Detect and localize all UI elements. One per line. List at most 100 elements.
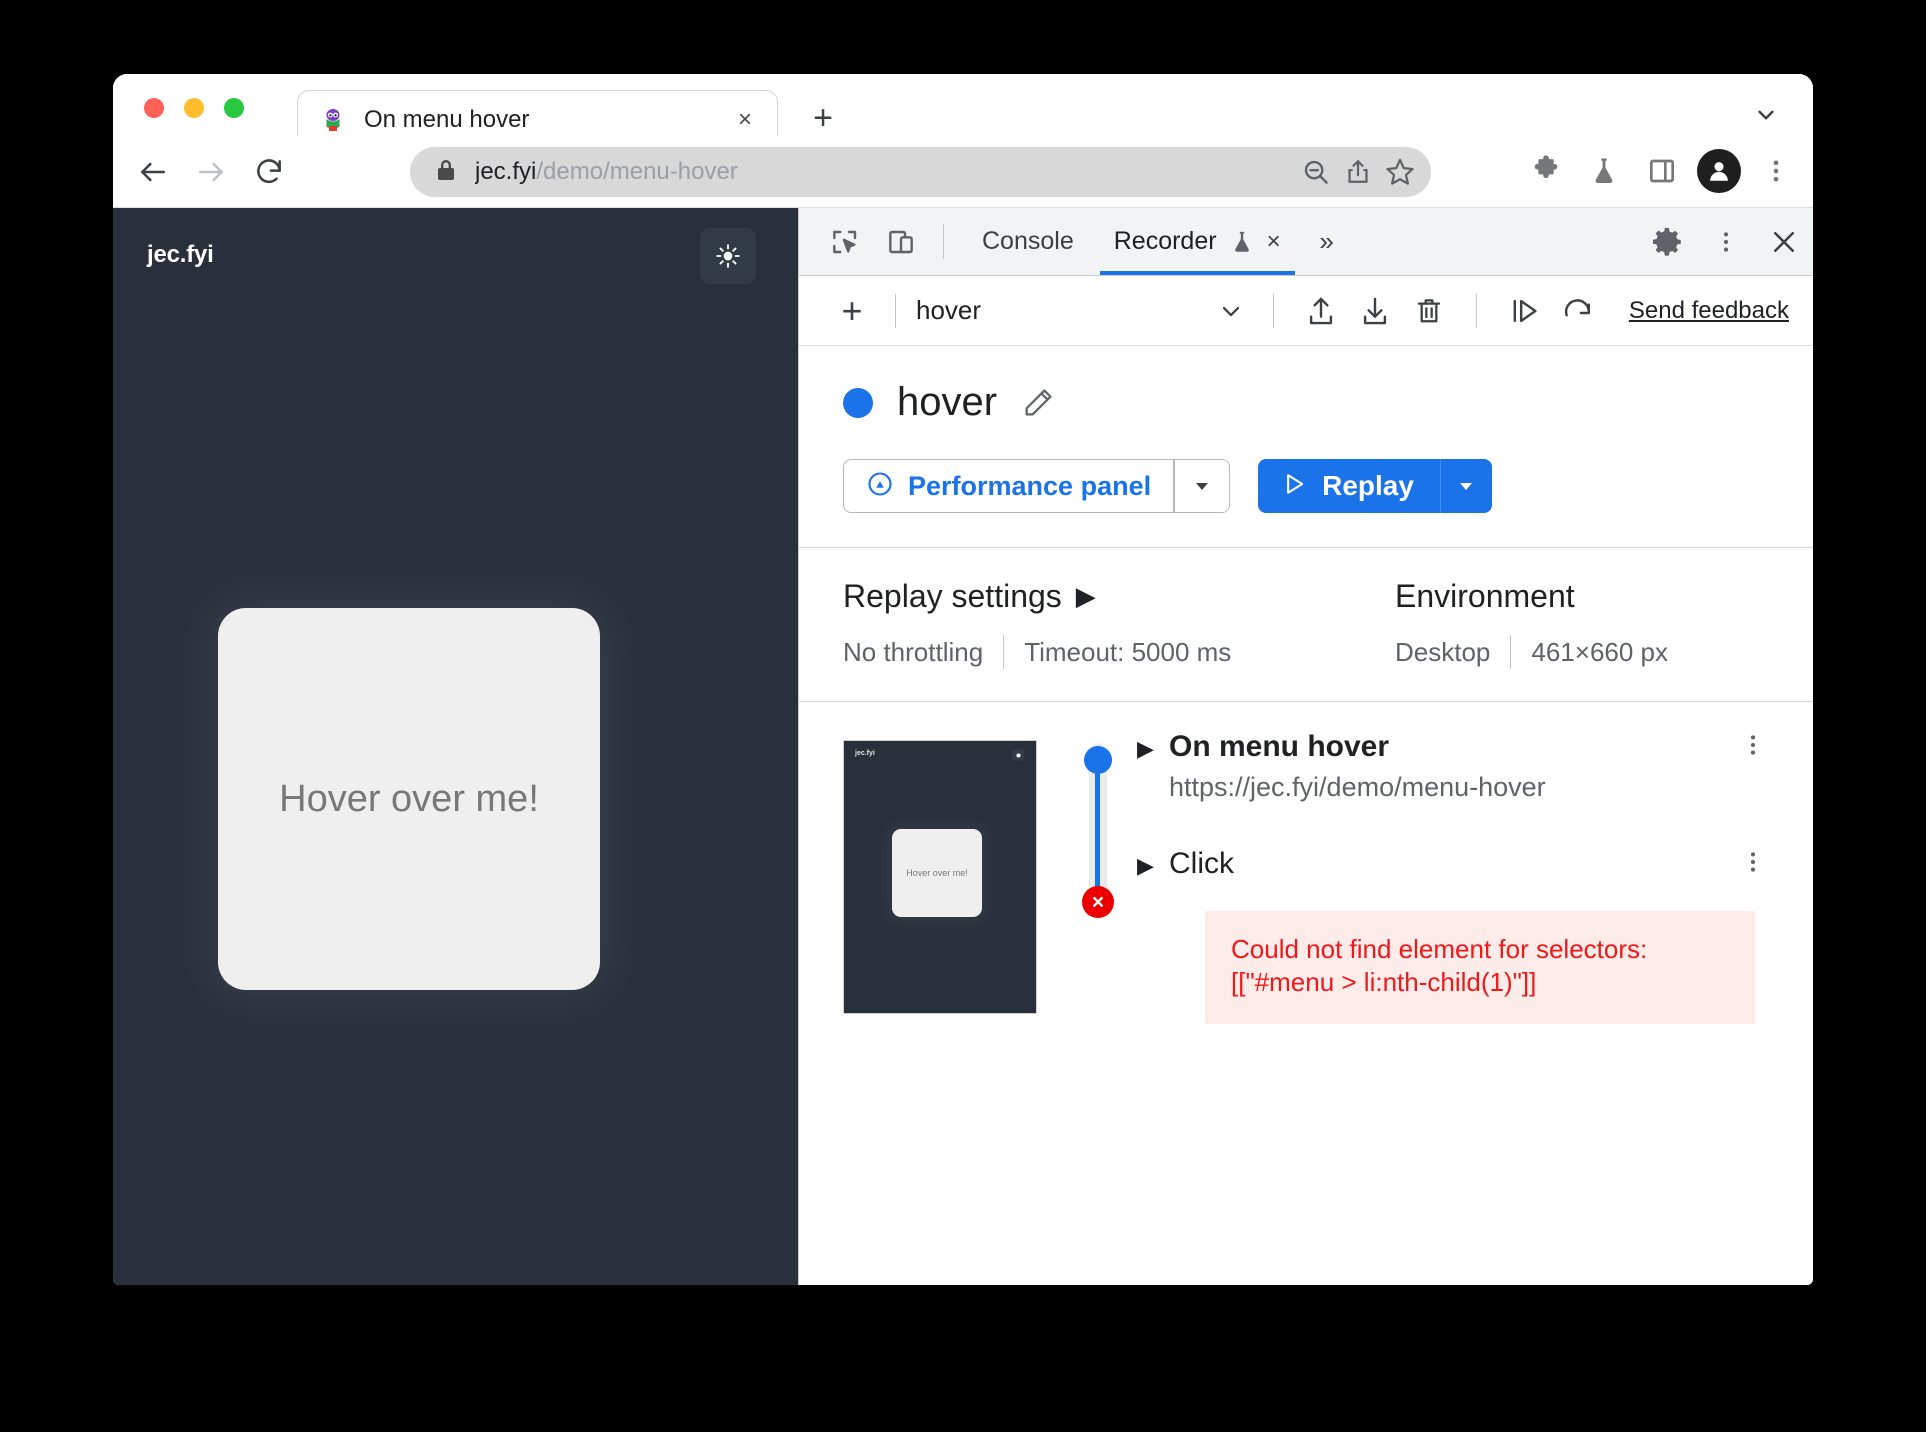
trash-icon[interactable] [1402,288,1456,334]
viewport-value: 461×660 px [1531,636,1669,667]
error-line-2: [["#menu > li:nth-child(1)"]] [1231,967,1537,998]
performance-panel-dropdown[interactable] [1174,459,1231,513]
lock-icon [436,158,456,187]
url-path: /demo/menu-hover [536,158,738,185]
expand-triangle-icon[interactable]: ▶ [1137,853,1169,879]
browser-toolbar: jec.fyi/demo/menu-hover [113,136,1813,208]
reload-icon[interactable] [246,149,292,195]
devtools-menu-icon[interactable] [1697,229,1755,255]
maximize-window-button[interactable] [224,98,244,118]
new-tab-button[interactable]: + [805,100,841,136]
export-icon[interactable] [1294,288,1348,334]
minimize-window-button[interactable] [184,98,204,118]
toolbar-divider [895,293,896,328]
kebab-menu-icon[interactable] [1733,732,1773,758]
devtools-tabbar: Console Recorder × » [799,208,1813,276]
step-title: Click [1169,847,1234,880]
close-devtools-icon[interactable] [1755,227,1813,257]
environment-values: Desktop 461×660 px [1395,635,1668,669]
sun-icon[interactable] [700,228,756,284]
window-traffic-lights [144,98,244,118]
browser-menu-icon[interactable] [1753,148,1799,194]
devtools-actions [1639,208,1813,275]
replay-settings-label: Replay settings [843,578,1062,614]
more-tabs-icon[interactable]: » [1301,208,1353,275]
tab-console[interactable]: Console [962,208,1094,275]
replay-settings-values: No throttling Timeout: 5000 ms [843,635,1395,669]
environment-heading: Environment [1395,578,1668,615]
pencil-edit-icon[interactable] [1021,386,1055,420]
send-feedback-link[interactable]: Send feedback [1629,297,1789,325]
page-title: hover [897,380,998,424]
thumbnail-hover-card: Hover over me! [892,829,982,917]
zoom-out-icon[interactable] [1295,151,1337,193]
replay-split-button: Replay [1258,459,1492,513]
step-title: On menu hover [1169,730,1390,763]
device-value: Desktop [1395,636,1491,667]
environment-column: Environment Desktop 461×660 px [1395,578,1668,669]
thumbnail-sun-icon [1012,749,1024,761]
timeline-progress-line [1095,760,1100,902]
replay-again-icon[interactable] [1551,288,1605,334]
main-split: jec.fyi Hover over me! Console Recorder … [113,208,1813,1285]
steps-timeline: × [1063,730,1129,1285]
replay-dropdown[interactable] [1439,459,1492,513]
value-divider [1003,635,1005,669]
status-badge [843,387,873,418]
experiment-flask-icon [1229,229,1255,255]
performance-panel-button[interactable]: Performance panel [843,459,1174,513]
step-2-error-marker: × [1082,886,1114,918]
kebab-menu-icon[interactable] [1733,849,1773,875]
device-toolbar-icon[interactable] [877,208,925,275]
recorder-settings: Replay settings ▶ No throttling Timeout:… [799,548,1813,702]
step-screenshot-thumbnail[interactable]: jec.fyi Hover over me! [843,740,1037,1014]
bookmark-star-icon[interactable] [1379,151,1421,193]
step-row[interactable]: ▶ On menu hover https://jec.fyi/demo/men… [1137,730,1773,803]
throttling-value: No throttling [843,636,984,667]
tab-recorder[interactable]: Recorder × [1094,208,1301,275]
chevron-down-icon[interactable] [1749,98,1783,132]
close-icon[interactable]: × [1267,229,1281,254]
replay-step-icon[interactable] [1497,288,1551,334]
error-message: Could not find element for selectors: [[… [1205,911,1755,1024]
tab-console-label: Console [982,227,1074,255]
recorder-steps: jec.fyi Hover over me! × ▶ On menu hover… [799,702,1813,1285]
settings-gear-icon[interactable] [1639,225,1697,259]
add-recording-button[interactable]: + [829,288,875,334]
site-favicon [320,107,346,133]
address-bar[interactable]: jec.fyi/demo/menu-hover [410,147,1431,197]
expand-triangle-icon[interactable]: ▶ [1137,736,1169,762]
step-row[interactable]: ▶ Click [1137,847,1773,881]
recording-selector[interactable]: hover [916,295,1253,326]
recording-selector-label: hover [916,295,982,325]
url-host: jec.fyi [475,158,537,185]
extensions-puzzle-icon[interactable] [1523,148,1569,194]
hover-card-label: Hover over me! [279,777,539,820]
toolbar-divider [1475,293,1477,328]
page-logo[interactable]: jec.fyi [147,241,214,269]
play-triangle-icon [1280,470,1308,503]
inspect-element-icon[interactable] [821,208,869,275]
close-icon[interactable]: × [731,106,759,134]
back-arrow-icon[interactable] [130,149,176,195]
hover-target-card[interactable]: Hover over me! [218,608,600,990]
devtools-panel: Console Recorder × » + hover Send feedba… [799,208,1813,1285]
side-panel-icon[interactable] [1639,148,1685,194]
experiments-flask-icon[interactable] [1581,148,1627,194]
close-window-button[interactable] [144,98,164,118]
replay-button[interactable]: Replay [1258,459,1440,513]
tab-title: On menu hover [364,105,530,133]
tab-strip: On menu hover × + [113,74,1813,148]
share-icon[interactable] [1337,151,1379,193]
step-body: On menu hover https://jec.fyi/demo/menu-… [1169,730,1733,803]
performance-panel-split-button: Performance panel [843,459,1231,513]
step-body: Click [1169,847,1733,881]
thumbnail-logo: jec.fyi [855,750,875,757]
avatar[interactable] [1697,149,1741,193]
import-icon[interactable] [1348,288,1402,334]
forward-arrow-icon[interactable] [188,149,234,195]
replay-settings-toggle[interactable]: Replay settings ▶ [843,578,1395,615]
performance-speedometer-icon [866,470,894,503]
environment-label: Environment [1395,578,1575,614]
browser-toolbar-actions [1523,148,1799,194]
